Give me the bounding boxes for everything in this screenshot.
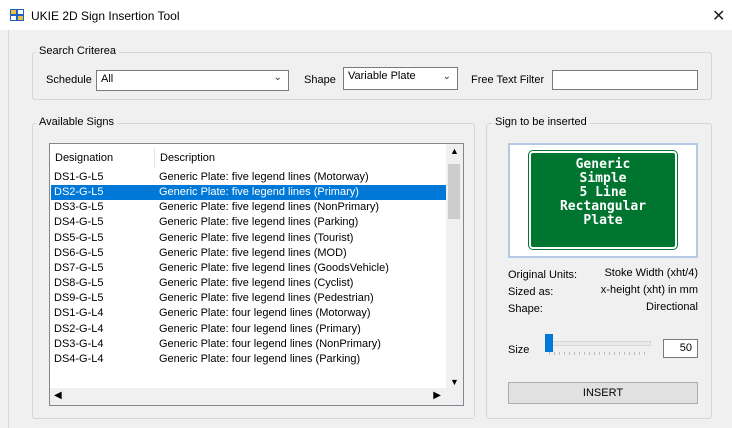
description-cell: Generic Plate: five legend lines (Primar…	[159, 186, 359, 199]
description-cell: Generic Plate: five legend lines (Touris…	[159, 231, 354, 244]
description-cell: Generic Plate: four legend lines (NonPri…	[159, 337, 381, 350]
list-item[interactable]: DS6-G-L5 Generic Plate: five legend lines…	[51, 246, 447, 261]
designation-cell: DS8-G-L5	[54, 277, 104, 290]
designation-cell: DS9-G-L5	[54, 292, 104, 305]
sized-as-label: Sized as:	[508, 286, 554, 298]
vertical-scrollbar[interactable]: ▲ ▼	[446, 144, 463, 405]
sign-to-insert-legend: Sign to be inserted	[492, 116, 590, 128]
scroll-down-icon[interactable]: ▼	[450, 377, 459, 387]
designation-cell: DS3-G-L5	[54, 201, 104, 214]
chevron-down-icon: ⌄	[442, 71, 451, 82]
designation-cell: DS7-G-L5	[54, 261, 104, 274]
designation-cell: DS1-G-L5	[54, 171, 104, 183]
description-cell: Generic Plate: five legend lines (Motorw…	[159, 171, 369, 183]
designation-cell: DS4-G-L5	[54, 216, 104, 229]
insert-button[interactable]: INSERT	[508, 382, 698, 404]
shape-label: Shape	[304, 74, 336, 86]
list-item[interactable]: DS2-G-L4 Generic Plate: four legend lines…	[51, 322, 447, 337]
sign-line-5: Plate	[583, 213, 623, 228]
list-item[interactable]: DS3-G-L4 Generic Plate: four legend lines…	[51, 337, 447, 352]
list-item[interactable]: DS1-G-L4 Generic Plate: four legend lines…	[51, 306, 447, 321]
list-item[interactable]: DS3-G-L5 Generic Plate: five legend lines…	[51, 200, 447, 215]
description-cell: Generic Plate: five legend lines (Parkin…	[159, 216, 359, 229]
available-signs-legend: Available Signs	[36, 116, 118, 128]
size-slider-ticks	[549, 352, 649, 355]
shape-value: Variable Plate	[348, 70, 416, 82]
shape-dropdown[interactable]: Variable Plate ⌄	[343, 67, 458, 90]
list-item[interactable]: DS8-G-L5 Generic Plate: five legend lines…	[51, 276, 447, 291]
list-item[interactable]: DS5-G-L5 Generic Plate: five legend lines…	[51, 231, 447, 246]
description-cell: Generic Plate: five legend lines (Cyclis…	[159, 277, 354, 290]
scroll-left-icon[interactable]: ◀	[54, 390, 62, 401]
designation-cell: DS1-G-L4	[54, 307, 104, 320]
free-text-filter-input[interactable]	[552, 70, 698, 90]
description-cell: Generic Plate: four legend lines (Parkin…	[159, 352, 361, 365]
sign-line-4: Rectangular	[559, 199, 647, 214]
list-item[interactable]: DS1-G-L5 Generic Plate: five legend lines…	[51, 170, 447, 185]
designation-cell: DS6-G-L5	[54, 246, 104, 259]
size-slider-track[interactable]	[545, 341, 651, 346]
shape-info-value: Directional	[646, 301, 698, 313]
sign-preview-frame: Generic Simple 5 Line Rectangular Plate	[508, 143, 698, 258]
close-icon[interactable]: ✕	[712, 6, 725, 26]
column-header-designation[interactable]: Designation	[50, 148, 155, 168]
sign-line-2: Simple	[579, 171, 627, 186]
scroll-right-icon[interactable]: ▶	[433, 390, 441, 401]
column-header-description[interactable]: Description	[155, 148, 445, 168]
list-item[interactable]: DS2-G-L5 Generic Plate: five legend lines…	[51, 185, 447, 201]
search-criteria-legend: Search Criterea	[36, 45, 120, 57]
description-cell: Generic Plate: five legend lines (NonPri…	[159, 201, 380, 214]
scroll-up-icon[interactable]: ▲	[450, 146, 459, 156]
horizontal-scrollbar[interactable]: ◀ ▶	[50, 388, 463, 405]
sign-line-3: 5 Line	[579, 185, 627, 200]
window-title: UKIE 2D Sign Insertion Tool	[31, 9, 180, 23]
free-text-filter-label: Free Text Filter	[471, 74, 545, 86]
sign-preview: Generic Simple 5 Line Rectangular Plate	[528, 150, 678, 250]
list-item[interactable]: DS9-G-L5 Generic Plate: five legend lines…	[51, 291, 447, 306]
list-item[interactable]: DS7-G-L5 Generic Plate: five legend lines…	[51, 261, 447, 276]
list-item[interactable]: DS4-G-L5 Generic Plate: five legend lines…	[51, 215, 447, 230]
window-edge	[0, 30, 9, 428]
schedule-value: All	[101, 73, 114, 85]
app-grid-icon	[10, 9, 24, 21]
scroll-thumb[interactable]	[448, 164, 460, 219]
original-units-value: Stoke Width (xht/4)	[604, 267, 698, 279]
designation-cell: DS2-G-L4	[54, 322, 104, 335]
description-cell: Generic Plate: four legend lines (Motorw…	[159, 307, 371, 320]
shape-info-label: Shape:	[508, 303, 543, 315]
size-label: Size	[508, 344, 530, 356]
designation-cell: DS5-G-L5	[54, 231, 104, 244]
designation-cell: DS2-G-L5	[54, 186, 104, 199]
description-cell: Generic Plate: five legend lines (Pedest…	[159, 292, 374, 305]
signs-listview[interactable]: Designation Description DS1-G-L5 Generic …	[49, 143, 464, 406]
description-cell: Generic Plate: five legend lines (MOD)	[159, 246, 347, 259]
designation-cell: DS3-G-L4	[54, 337, 104, 350]
size-slider-thumb[interactable]	[545, 334, 553, 352]
description-cell: Generic Plate: four legend lines (Primar…	[159, 322, 361, 335]
sized-as-value: x-height (xht) in mm	[600, 284, 698, 296]
sign-line-1: Generic	[575, 157, 631, 172]
list-item[interactable]: DS4-G-L4 Generic Plate: four legend lines…	[51, 352, 447, 367]
description-cell: Generic Plate: five legend lines (GoodsV…	[159, 261, 389, 274]
original-units-label: Original Units:	[508, 269, 578, 281]
schedule-label: Schedule	[46, 74, 92, 86]
chevron-down-icon: ⌄	[273, 72, 282, 83]
size-input[interactable]: 50	[663, 339, 698, 358]
designation-cell: DS4-G-L4	[54, 352, 104, 365]
schedule-dropdown[interactable]: All ⌄	[96, 70, 289, 91]
